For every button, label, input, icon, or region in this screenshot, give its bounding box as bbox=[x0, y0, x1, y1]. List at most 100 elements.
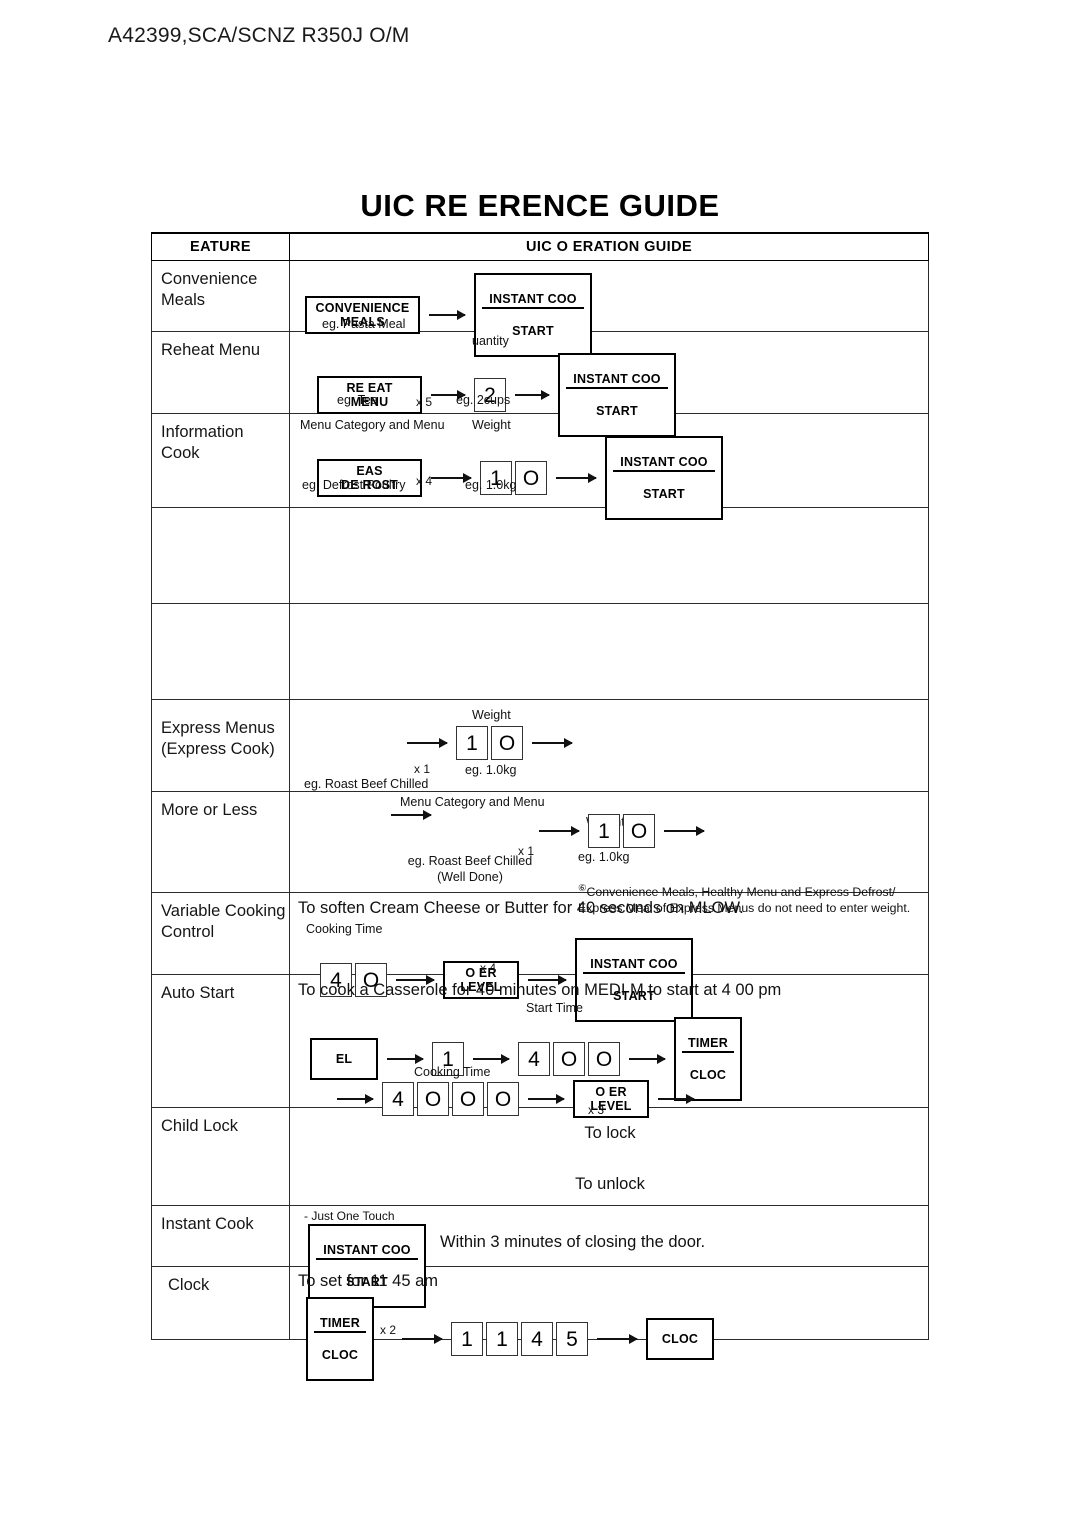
weight-digit[interactable]: O bbox=[491, 726, 523, 760]
feature-variable-cooking-control: Variable Cooking Control bbox=[151, 892, 290, 975]
example-caption: eg. Pasta Meal bbox=[322, 317, 406, 331]
table-row: Reheat Menu uantity RE EAT MENU 2 INSTAN… bbox=[151, 331, 929, 437]
feature-label: Convenience Meals bbox=[161, 270, 258, 310]
instruction-text: To set for 11 45 am bbox=[298, 1272, 439, 1290]
multiplier-caption: x 2 bbox=[380, 1323, 397, 1337]
instruction-text: Within 3 minutes of closing the door. bbox=[440, 1233, 706, 1251]
timer-label: TIMER bbox=[314, 1316, 366, 1333]
clock-digit[interactable]: 1 bbox=[451, 1322, 483, 1356]
arrow-icon bbox=[515, 390, 550, 400]
header-feature: EATURE bbox=[151, 232, 290, 261]
to-unlock-text: To unlock bbox=[575, 1175, 645, 1193]
guide-instant-cook: - Just One Touch INSTANT COO START Withi… bbox=[289, 1205, 929, 1308]
feature-label: Express Menus (Express Cook) bbox=[161, 719, 275, 759]
start-time-digit[interactable]: O bbox=[553, 1042, 585, 1076]
table-row: Instant Cook - Just One Touch INSTANT CO… bbox=[151, 1205, 929, 1308]
instant-cook-label: INSTANT COO bbox=[583, 957, 685, 974]
feature-empty-2 bbox=[151, 603, 290, 700]
start-time-digit[interactable]: O bbox=[588, 1042, 620, 1076]
feature-label: Information Cook bbox=[161, 423, 244, 463]
multiplier-caption: x 4 bbox=[416, 474, 433, 488]
feature-reheat-menu: Reheat Menu bbox=[151, 331, 290, 414]
arrow-icon bbox=[402, 1334, 443, 1344]
menu-category-label: Menu Category and Menu bbox=[400, 795, 545, 809]
table-row: Auto Start To cook a Casserole for 40 mi… bbox=[151, 974, 929, 1118]
value-example-caption: eg. 1.0kg bbox=[465, 478, 517, 492]
arrow-icon bbox=[407, 738, 448, 748]
guide-auto-start: To cook a Casserole for 40 minutes on ME… bbox=[289, 974, 929, 1118]
weight-digit[interactable]: 1 bbox=[456, 726, 488, 760]
arrow-icon bbox=[429, 310, 466, 320]
guide-child-lock: To lock To unlock bbox=[289, 1107, 929, 1206]
arrow-icon bbox=[473, 1054, 510, 1064]
arrow-icon bbox=[528, 1094, 565, 1104]
feature-clock: Clock bbox=[151, 1266, 290, 1340]
feature-child-lock: Child Lock bbox=[151, 1107, 290, 1206]
cooking-time-label: Cooking Time bbox=[414, 1065, 491, 1079]
feature-label bbox=[152, 508, 289, 516]
page-title: UIC RE ERENCE GUIDE bbox=[360, 188, 720, 223]
arrow-icon bbox=[556, 473, 597, 483]
example-caption: eg. Defrost Poultry bbox=[302, 478, 406, 492]
table-row: Variable Cooking Control To soften Cream… bbox=[151, 892, 929, 1022]
weight-label: Weight bbox=[472, 708, 511, 722]
feature-express-menus: Express Menus (Express Cook) bbox=[151, 699, 290, 792]
guide-more-or-less: Menu Category and Menu Weight⑥ 1 O x 1 bbox=[289, 791, 929, 915]
table-row: More or Less Menu Category and Menu Weig… bbox=[151, 791, 929, 915]
arrow-icon bbox=[539, 826, 580, 836]
feature-convenience-meals: Convenience Meals bbox=[151, 260, 290, 332]
arrow-icon bbox=[337, 1094, 374, 1104]
feature-auto-start: Auto Start bbox=[151, 974, 290, 1108]
table-row: Information Cook Menu Category and Menu … bbox=[151, 413, 929, 520]
feature-instant-cook: Instant Cook bbox=[151, 1205, 290, 1267]
instruction-text: To soften Cream Cheese or Butter for 40 … bbox=[298, 899, 744, 917]
value-example-caption: eg. 1.0kg bbox=[578, 850, 630, 864]
feature-label: Clock bbox=[168, 1276, 210, 1294]
del-button[interactable]: EL bbox=[310, 1038, 378, 1080]
table-row: Convenience Meals CONVENIENCE MEALS INST… bbox=[151, 260, 929, 357]
guide-empty-1 bbox=[289, 507, 929, 604]
weight-digit[interactable]: O bbox=[623, 814, 655, 848]
table-header-row: EATURE UIC O ERATION GUIDE bbox=[151, 232, 929, 261]
arrow-icon bbox=[664, 826, 705, 836]
table-row bbox=[151, 603, 929, 700]
document-header: A42399,SCA/SCNZ R350J O/M bbox=[108, 24, 410, 47]
table-row: Clock To set for 11 45 am TIMER CLOC 1 1… bbox=[151, 1266, 929, 1381]
start-time-digit[interactable]: 4 bbox=[518, 1042, 550, 1076]
table-row: Express Menus (Express Cook) Weight 1 O … bbox=[151, 699, 929, 792]
feature-label: Instant Cook bbox=[161, 1215, 254, 1233]
weight-digit[interactable]: 1 bbox=[588, 814, 620, 848]
guide-clock: To set for 11 45 am TIMER CLOC 1 1 4 5 C… bbox=[289, 1266, 929, 1381]
instant-cook-label: INSTANT COO bbox=[613, 455, 715, 472]
guide-empty-2 bbox=[289, 603, 929, 700]
start-label: START bbox=[643, 487, 685, 501]
feature-information-cook: Information Cook bbox=[151, 413, 290, 508]
feature-label: Auto Start bbox=[161, 984, 235, 1002]
arrow-icon bbox=[387, 1054, 424, 1064]
clock-digit[interactable]: 5 bbox=[556, 1322, 588, 1356]
multiplier-caption: x 1 bbox=[414, 762, 431, 776]
example-caption: eg. Roast Beef Chilled bbox=[304, 777, 429, 791]
table-row: Child Lock To lock To unlock bbox=[151, 1107, 929, 1206]
clock-digit[interactable]: 1 bbox=[486, 1322, 518, 1356]
value-example-caption: eg. 1.0kg bbox=[465, 763, 517, 777]
arrow-icon bbox=[658, 1094, 695, 1104]
feature-label: Child Lock bbox=[161, 1117, 239, 1135]
timer-clock-button[interactable]: TIMER CLOC bbox=[306, 1297, 374, 1381]
clock-digit[interactable]: 4 bbox=[521, 1322, 553, 1356]
cooking-time-label: Cooking Time bbox=[306, 922, 383, 936]
weight-digit[interactable]: O bbox=[515, 461, 547, 495]
quantity-label: uantity bbox=[472, 334, 509, 348]
clock-button[interactable]: CLOC bbox=[646, 1318, 714, 1360]
guide-reheat-menu: uantity RE EAT MENU 2 INSTANT COO START … bbox=[289, 331, 929, 437]
guide-express-menus: Weight 1 O x 1 eg. 1.0kg eg. Roast Beef … bbox=[289, 699, 929, 792]
feature-label: Variable Cooking Control bbox=[161, 902, 286, 942]
arrow-icon bbox=[532, 738, 573, 748]
to-lock-text: To lock bbox=[584, 1124, 636, 1142]
table-row bbox=[151, 507, 929, 604]
quick-reference-table: EATURE UIC O ERATION GUIDE Convenience M… bbox=[151, 232, 929, 1381]
guide-variable-cooking-control: To soften Cream Cheese or Butter for 40 … bbox=[289, 892, 929, 1022]
instant-cook-label: INSTANT COO bbox=[482, 292, 584, 309]
weight-label: Weight bbox=[472, 418, 511, 432]
arrow-icon bbox=[597, 1334, 638, 1344]
